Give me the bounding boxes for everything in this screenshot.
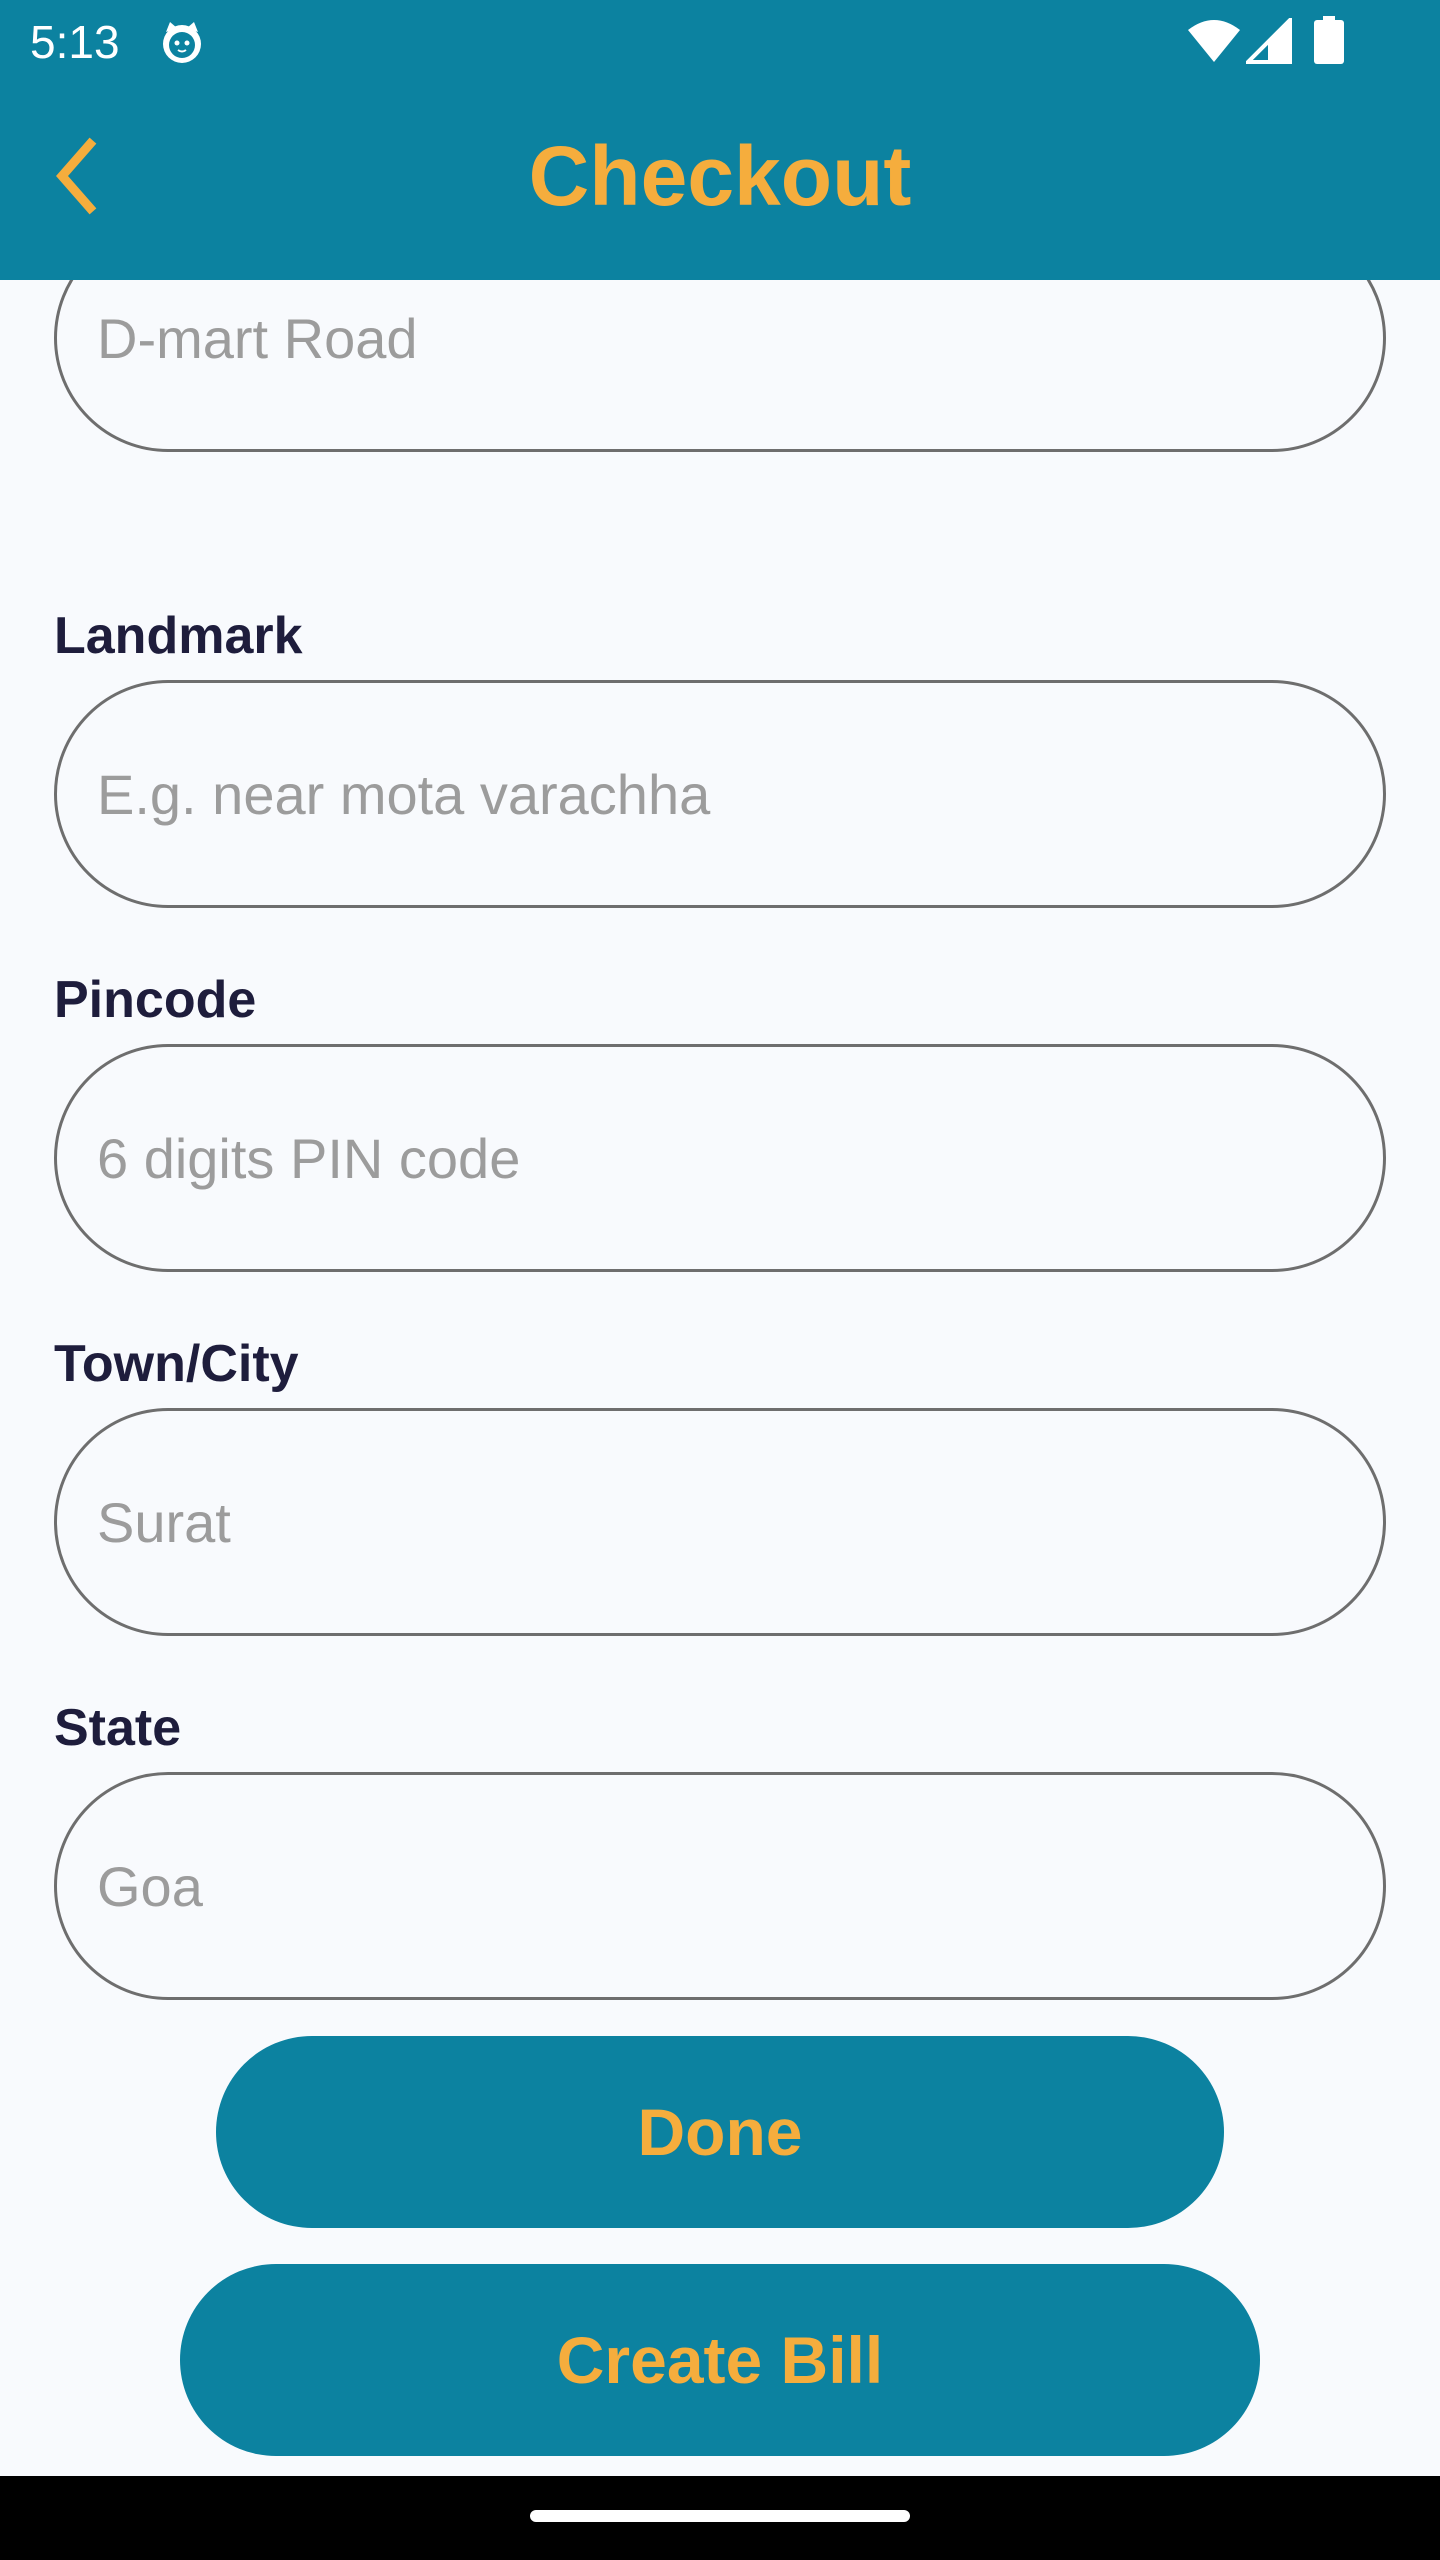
city-label: Town/City [54,1335,299,1393]
pincode-field[interactable] [54,1044,1386,1272]
battery-icon [1314,16,1344,64]
create-bill-button[interactable]: Create Bill [180,2264,1260,2456]
state-field[interactable] [54,1772,1386,2000]
page-title: Checkout [528,129,912,223]
street-field[interactable] [54,280,1386,452]
cat-face-icon [163,22,201,63]
status-bar: 5:13 [0,0,1440,84]
checkout-form: Landmark Pincode Town/City State Done Cr… [0,280,1440,2476]
navigation-bar [0,2476,1440,2560]
landmark-label: Landmark [54,607,303,665]
state-label: State [54,1699,182,1757]
home-indicator[interactable] [530,2510,910,2522]
landmark-field[interactable] [54,680,1386,908]
status-time: 5:13 [30,16,120,68]
done-button[interactable]: Done [216,2036,1224,2228]
wifi-icon [1188,20,1240,62]
pincode-label: Pincode [54,971,257,1029]
city-field[interactable] [54,1408,1386,1636]
signal-icon [1246,18,1292,64]
app-bar: Checkout [0,84,1440,280]
